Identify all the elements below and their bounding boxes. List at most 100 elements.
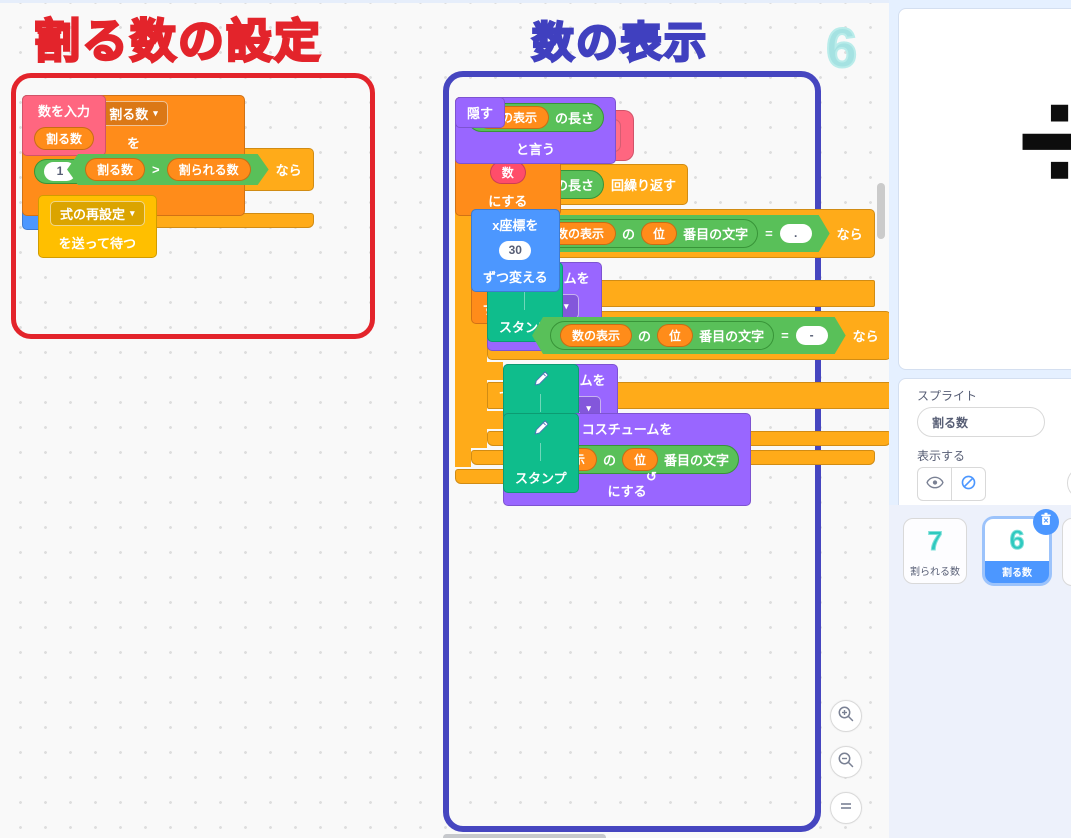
block-label: にする [607, 481, 646, 500]
divider [540, 394, 541, 412]
block-label: ずつ変える [483, 267, 548, 286]
annotation-title-right: 数の表示 [532, 9, 708, 70]
visibility-toggle [917, 467, 986, 501]
value-input[interactable]: - [796, 326, 828, 345]
block-dropdown[interactable]: 式の再設定 ▾ [50, 201, 145, 226]
variable-reporter[interactable]: 位 [641, 222, 677, 245]
eye-slash-icon [960, 474, 977, 494]
argument-reporter[interactable]: 数 [490, 161, 526, 184]
block-label: 数を入力 [38, 101, 90, 120]
sprite-name-input[interactable]: 割る数 [917, 407, 1045, 437]
sprite-info-panel: スプライト 割る数 表示する 大 [898, 378, 1071, 507]
stage-preview[interactable]: ÷ [898, 8, 1071, 370]
variable-reporter[interactable]: 割る数 [34, 127, 94, 150]
divider [524, 292, 525, 310]
sprite-watermark: 6 [826, 15, 857, 80]
scratch-block[interactable]: 隠す [455, 97, 505, 128]
division-sign-costume: ÷ [1019, 67, 1071, 215]
delete-sprite-badge[interactable] [1033, 509, 1059, 535]
sprite-card-partial[interactable] [1062, 518, 1071, 586]
zoom-in-icon [837, 705, 855, 728]
block-label: x座標を [492, 215, 538, 234]
value-input[interactable]: . [780, 224, 812, 243]
trash-icon [1039, 512, 1053, 532]
zoom-out-icon [837, 751, 855, 774]
scratch-editor: 割る数の設定 数の表示 6 式の設定 ▾を受け取ったときx座標を-20、y座標を… [0, 0, 1071, 838]
show-sprite-button[interactable] [917, 467, 951, 501]
block-label: 回繰り返す [611, 175, 676, 194]
sprite-thumbnail: 7 [927, 519, 942, 563]
sprite-card-label: 割る数 [1002, 561, 1032, 583]
scratch-c-block: もし数の表示の位番目の文字=-ならコスチュームをマイナス ▾にするスタンプでなけ… [487, 311, 891, 446]
chevron-down-icon: ▾ [564, 301, 569, 312]
boolean-condition[interactable]: 数の表示の位番目の文字 =- [532, 317, 846, 354]
block-stack-number-display: 定義数を入力数表示する位 ▾を0にする数の表示 ▾を数にする数の表示の長さと言う… [455, 97, 891, 484]
block-label: 番目の文字 [683, 224, 748, 243]
c-block-body: コスチュームをマイナス ▾にするスタンプ [487, 362, 503, 380]
vertical-scrollbar[interactable] [877, 183, 885, 239]
size-input-partial[interactable] [1067, 467, 1071, 499]
sprite-card[interactable]: 7割られる数 [903, 518, 967, 584]
scratch-block[interactable]: スタンプ [503, 413, 579, 493]
c-block-body: 位 ▾を1ずつ変えるもし数の表示の位番目の文字=.ならコスチュームを小数点 ▾に… [455, 207, 891, 467]
variable-reporter[interactable]: 位 [657, 324, 693, 347]
canvas-zoom-controls [830, 700, 862, 824]
eye-icon [926, 476, 944, 492]
loop-arrow-icon: ↻ [646, 469, 657, 485]
pen-icon [532, 419, 549, 436]
sprite-list: 7割られる数6割る数 [889, 505, 1071, 838]
chevron-down-icon: ▾ [130, 208, 135, 219]
block-label: = [781, 328, 789, 343]
block-label: と言う [516, 139, 555, 158]
block-label: コスチュームを [582, 419, 673, 438]
block-label: なら [276, 160, 302, 179]
block-label: なら [853, 326, 879, 345]
block-label: 番目の文字 [664, 450, 729, 469]
block-label: なら [837, 224, 863, 243]
variable-reporter[interactable]: 割る数 [85, 158, 145, 181]
code-canvas[interactable]: 割る数の設定 数の表示 6 式の設定 ▾を受け取ったときx座標を-20、y座標を… [0, 0, 889, 838]
show-label: 表示する [917, 447, 965, 464]
block-label: を送って待つ [59, 233, 136, 252]
block-label: スタンプ [515, 468, 567, 487]
block-label: を [127, 133, 140, 152]
zoom-reset-button[interactable] [830, 792, 862, 824]
sprite-label: スプライト [917, 387, 977, 404]
annotation-title-left: 割る数の設定 [34, 5, 322, 71]
block-label: の [638, 326, 651, 345]
scratch-block[interactable]: 式の再設定 ▾ を送って待つ [38, 195, 157, 258]
stage-sprite-panel: ÷ スプライト 割る数 表示する 大 7割られる数6割る数 [889, 0, 1071, 838]
horizontal-scrollbar[interactable] [443, 834, 606, 838]
hide-sprite-button[interactable] [951, 467, 986, 501]
block-label: の長さ [555, 175, 594, 194]
operator-reporter[interactable]: 数の表示の位番目の文字 [550, 321, 774, 350]
sprite-card-label: 割られる数 [910, 563, 960, 583]
block-label: にする [488, 191, 527, 210]
block-label: > [152, 162, 160, 177]
scratch-block[interactable]: x座標を 30 ずつ変える [471, 209, 560, 292]
divider [540, 443, 541, 461]
value-input[interactable]: 30 [499, 241, 531, 260]
block-label: = [765, 226, 773, 241]
zoom-out-button[interactable] [830, 746, 862, 778]
variable-reporter[interactable]: 割られる数 [167, 158, 251, 181]
scratch-block[interactable]: 数を入力割る数 [22, 95, 106, 156]
zoom-in-button[interactable] [830, 700, 862, 732]
block-dropdown[interactable]: 割る数 ▾ [99, 101, 168, 126]
c-block-else-body: コスチュームを数の表示の位番目の文字にするスタンプ [487, 411, 503, 429]
sprite-card[interactable]: 6割る数 [982, 516, 1052, 586]
operator-reporter[interactable]: 数の表示の位番目の文字 [534, 219, 758, 248]
block-label: の [603, 450, 616, 469]
boolean-condition[interactable]: 割る数 > 割られる数 [67, 154, 269, 185]
block-label: の [622, 224, 635, 243]
boolean-condition[interactable]: 数の表示の位番目の文字 =. [516, 215, 830, 252]
zoom-reset-icon [838, 798, 854, 819]
pen-icon [532, 370, 549, 387]
block-stack-divisor-setup: 式の設定 ▾を受け取ったときx座標を-20、y座標を0にする割る数 ▾を1から9… [22, 95, 314, 228]
block-label: 番目の文字 [699, 326, 764, 345]
block-label: の長さ [555, 108, 594, 127]
scratch-block[interactable]: もし数の表示の位番目の文字=-なら [487, 311, 891, 360]
variable-reporter[interactable]: 数の表示 [560, 324, 632, 347]
block-label: 隠す [467, 103, 493, 122]
chevron-down-icon: ▾ [153, 108, 158, 119]
